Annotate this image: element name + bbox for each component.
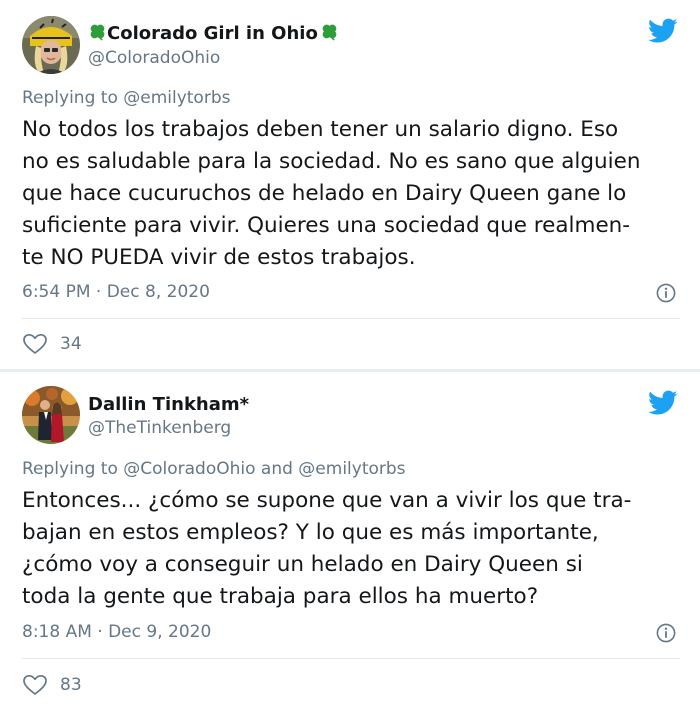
heart-icon[interactable]	[22, 674, 48, 696]
tweet-timestamp[interactable]: 6:54 PM · Dec 8, 2020	[22, 282, 210, 302]
author-name[interactable]: Colorado Girl in Ohio	[88, 22, 339, 46]
tweet-text-line: No todos los trabajos deben tener un sal…	[22, 117, 619, 142]
tweet-text-line: te NO PUEDA vivir de estos trabajos.	[22, 245, 416, 270]
tweet-text-line: ¿cómo voy a conseguir un helado en Dairy…	[22, 552, 583, 577]
replying-to[interactable]: Replying to @emilytorbs	[22, 88, 230, 108]
tweet-text: No todos los trabajos deben tener un sal…	[22, 114, 687, 274]
author-handle[interactable]: @ColoradoOhio	[88, 48, 220, 68]
divider	[22, 318, 680, 319]
info-icon[interactable]	[656, 283, 676, 303]
avatar-photo	[22, 16, 80, 74]
tweet-card: Colorado Girl in Ohio @ColoradoOhio Repl…	[0, 0, 700, 370]
heart-icon[interactable]	[22, 333, 48, 355]
tweet-text-line: suficiente para vivir. Quieres una socie…	[22, 213, 631, 238]
tweet-text-line: que hace cucuruchos de helado en Dairy Q…	[22, 181, 627, 206]
tweet-timestamp[interactable]: 8:18 AM · Dec 9, 2020	[22, 622, 211, 642]
four-leaf-clover-icon	[320, 22, 339, 46]
info-icon[interactable]	[656, 623, 676, 643]
tweet-text-line: no es saludable para la sociedad. No es …	[22, 149, 641, 174]
avatar-photo	[22, 386, 80, 444]
tweet-text-line: toda la gente que trabaja para ellos ha …	[22, 584, 539, 609]
tweet-text-line: Entonces... ¿cómo se supone que van a vi…	[22, 488, 632, 513]
like-count: 34	[60, 334, 82, 354]
tweet-text: Entonces... ¿cómo se supone que van a vi…	[22, 485, 687, 613]
tweet-text-line: bajan en estos empleos? Y lo que es más …	[22, 520, 599, 545]
divider	[22, 658, 680, 659]
like-count: 83	[60, 675, 82, 695]
twitter-bird-icon[interactable]	[648, 390, 678, 416]
four-leaf-clover-icon	[88, 22, 107, 46]
tweet-card: Dallin Tinkham* @TheTinkenberg Replying …	[0, 372, 700, 712]
twitter-bird-icon[interactable]	[648, 18, 678, 44]
author-name-text: Colorado Girl in Ohio	[107, 23, 318, 44]
author-name[interactable]: Dallin Tinkham*	[88, 394, 249, 415]
avatar[interactable]	[22, 16, 80, 74]
avatar[interactable]	[22, 386, 80, 444]
author-handle[interactable]: @TheTinkenberg	[88, 418, 231, 438]
replying-to[interactable]: Replying to @ColoradoOhio and @emilytorb…	[22, 459, 406, 479]
